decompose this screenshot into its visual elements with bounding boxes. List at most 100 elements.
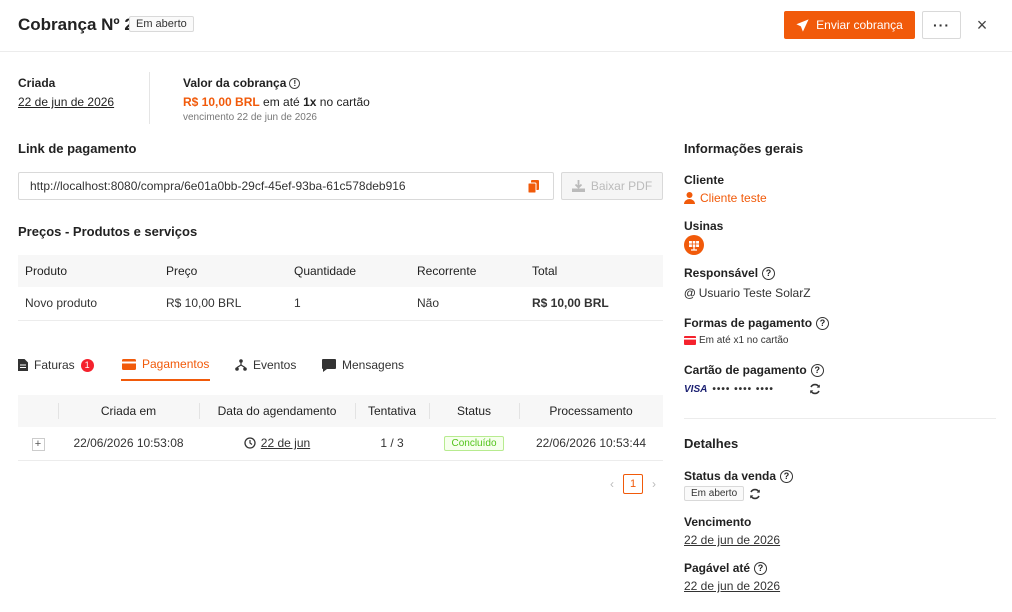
prices-table: Produto Preço Quantidade Recorrente Tota… <box>18 255 663 321</box>
table-cell: R$ 10,00 BRL <box>525 287 663 321</box>
amount-label-text: Valor da cobrança <box>183 76 287 90</box>
status-tag: Concluído <box>444 436 504 452</box>
column-header: Data do agendamento <box>199 395 355 427</box>
invoice-count-badge: 1 <box>80 358 94 372</box>
user-icon <box>684 192 695 204</box>
close-icon[interactable]: × <box>972 14 992 36</box>
send-charge-label: Enviar cobrança <box>816 18 903 32</box>
tab-label: Faturas <box>34 358 75 372</box>
send-charge-button[interactable]: Enviar cobrança <box>784 11 915 39</box>
payment-methods-value: Em até x1 no cartão <box>699 335 789 346</box>
column-header: Quantidade <box>287 255 410 287</box>
general-info-title: Informações gerais <box>684 141 804 156</box>
tab-events[interactable]: Eventos <box>235 349 296 381</box>
tab-bar: Faturas 1 Pagamentos Eventos Mensagens <box>18 349 663 381</box>
amount-value: R$ 10,00 BRL <box>183 95 260 109</box>
table-cell: 1 / 3 <box>355 427 429 461</box>
table-cell: 22/06/2026 10:53:08 <box>58 427 199 461</box>
sale-status-row: Em aberto <box>684 486 761 501</box>
modal-header: Cobrança Nº 2 Em aberto Enviar cobrança … <box>0 0 1012 52</box>
expand-row-button[interactable]: + <box>31 437 45 451</box>
payment-methods-label-text: Formas de pagamento <box>684 316 813 330</box>
due-text: vencimento 22 de jun de 2026 <box>183 112 317 123</box>
credit-card-icon <box>122 358 136 370</box>
payments-table: Criada em Data do agendamento Tentativa … <box>18 395 663 461</box>
send-icon <box>796 18 809 32</box>
at-icon: @ <box>684 286 696 300</box>
document-icon <box>18 359 28 371</box>
prices-title: Preços - Produtos e serviços <box>18 224 198 239</box>
amount-label: Valor da cobrança! <box>183 76 301 90</box>
column-header: Criada em <box>58 395 199 427</box>
payment-link-url: http://localhost:8080/compra/6e01a0bb-29… <box>30 179 406 193</box>
table-cell: 22/06/2026 10:53:44 <box>519 427 663 461</box>
responsible-row: @ Usuario Teste SolarZ <box>684 286 811 300</box>
payment-methods-label: Formas de pagamento? <box>684 316 830 330</box>
table-cell: R$ 10,00 BRL <box>159 287 287 321</box>
amount-line: R$ 10,00 BRL em até 1x no cartão <box>183 95 370 109</box>
amount-suffix: no cartão <box>319 95 370 109</box>
amount-mid: em até <box>263 95 300 109</box>
tab-messages[interactable]: Mensagens <box>322 349 404 381</box>
table-row: Novo produto R$ 10,00 BRL 1 Não R$ 10,00… <box>18 287 663 321</box>
more-options-button[interactable]: ··· <box>922 11 961 39</box>
refresh-icon[interactable] <box>809 383 821 395</box>
tab-label: Mensagens <box>342 358 405 372</box>
column-header: Processamento <box>519 395 663 427</box>
help-icon[interactable]: ? <box>754 561 768 575</box>
responsible-value: Usuario Teste SolarZ <box>698 286 811 300</box>
plants-label: Usinas <box>684 219 724 233</box>
table-header-row: Produto Preço Quantidade Recorrente Tota… <box>18 255 663 287</box>
payment-link-input[interactable]: http://localhost:8080/compra/6e01a0bb-29… <box>18 172 554 200</box>
expand-cell: + <box>18 427 58 461</box>
payment-link-title: Link de pagamento <box>18 141 137 156</box>
page-title: Cobrança Nº 2 <box>18 15 134 34</box>
sale-status-label: Status da venda? <box>684 469 794 483</box>
help-icon[interactable]: ? <box>780 469 794 483</box>
due-date-link[interactable]: 22 de jun de 2026 <box>684 533 780 547</box>
page-1-button[interactable]: 1 <box>623 474 643 494</box>
prev-page-button[interactable]: ‹ <box>605 477 619 491</box>
refresh-icon[interactable] <box>749 488 761 500</box>
section-divider <box>684 418 996 419</box>
help-icon[interactable]: ? <box>762 266 776 280</box>
info-icon: ! <box>289 78 301 89</box>
table-cell: 1 <box>287 287 410 321</box>
table-header-row: Criada em Data do agendamento Tentativa … <box>18 395 663 427</box>
tab-invoices[interactable]: Faturas 1 <box>18 349 94 381</box>
payable-until-label: Pagável até? <box>684 561 768 575</box>
column-header: Tentativa <box>355 395 429 427</box>
created-label: Criada <box>18 76 56 90</box>
payment-card-label: Cartão de pagamento? <box>684 363 824 377</box>
next-page-button[interactable]: › <box>647 477 661 491</box>
column-header: Total <box>525 255 663 287</box>
client-label: Cliente <box>684 173 725 187</box>
tab-label: Pagamentos <box>142 357 210 371</box>
payment-card-row: VISA •••• •••• •••• <box>684 383 821 395</box>
message-icon <box>322 358 336 372</box>
download-icon <box>571 180 585 192</box>
payable-until-link[interactable]: 22 de jun de 2026 <box>684 579 780 593</box>
sale-status-label-text: Status da venda <box>684 469 777 483</box>
table-row: + 22/06/2026 10:53:08 22 de jun 1 / 3 Co… <box>18 427 663 461</box>
solar-plant-icon[interactable] <box>684 235 704 258</box>
column-header: Preço <box>159 255 287 287</box>
created-date[interactable]: 22 de jun de 2026 <box>18 95 114 109</box>
tab-payments[interactable]: Pagamentos <box>121 349 211 381</box>
table-cell: Não <box>410 287 525 321</box>
table-cell: Novo produto <box>18 287 159 321</box>
hierarchy-icon <box>235 359 247 371</box>
download-pdf-button[interactable]: Baixar PDF <box>561 172 663 200</box>
column-header <box>18 395 58 427</box>
client-link[interactable]: Cliente teste <box>700 191 767 205</box>
copy-icon[interactable] <box>528 180 539 193</box>
column-header: Recorrente <box>410 255 525 287</box>
details-title: Detalhes <box>684 436 739 451</box>
help-icon[interactable]: ? <box>816 316 830 330</box>
status-badge: Em aberto <box>129 16 194 32</box>
summary-divider <box>149 72 150 124</box>
help-icon[interactable]: ? <box>810 363 824 377</box>
visa-logo: VISA <box>684 383 708 395</box>
tab-label: Eventos <box>253 358 297 372</box>
scheduled-date-link[interactable]: 22 de jun <box>261 436 310 450</box>
